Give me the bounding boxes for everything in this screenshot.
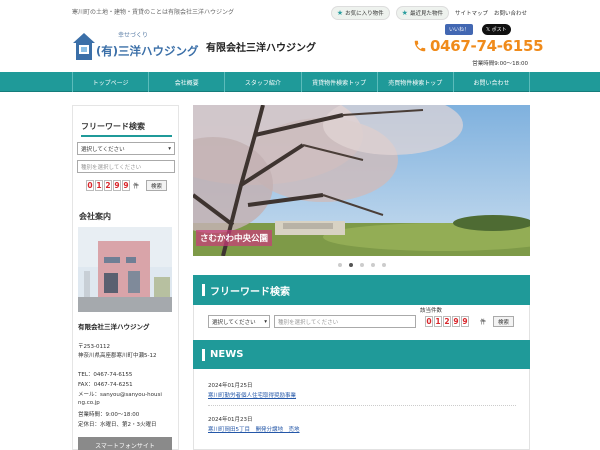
nav-sale-search[interactable]: 売買物件検索トップ: [376, 72, 453, 92]
sidebar-company-name: 有限会社三洋ハウジング: [78, 323, 150, 331]
logo-text: (有)三洋ハウジング: [96, 44, 199, 58]
header-accent-mark: [202, 284, 205, 296]
news-divider: [208, 405, 516, 406]
phone[interactable]: 0467-74-6155: [413, 37, 544, 55]
slider-dot[interactable]: [381, 263, 386, 267]
sidebar-hit-counter: 0 1 2 9 9: [86, 180, 130, 191]
facebook-like-button[interactable]: いいね！: [445, 24, 474, 35]
favorites-button[interactable]: ★ お気に入り物件: [330, 6, 390, 20]
nav-staff[interactable]: スタッフ紹介: [224, 72, 300, 92]
phone-icon: [414, 40, 426, 52]
business-hours: 営業時間9:00～18:00: [472, 61, 528, 67]
freeword-search-panel: 選択してください ▾ 種別を選択してください 該当件数 0 1 2 9 9 件 検…: [193, 305, 530, 343]
news-link[interactable]: 寒川町岡田5丁目 開発分譲地 売地: [208, 425, 300, 433]
header-accent-mark: [202, 348, 205, 361]
hero-slider[interactable]: さむかわ中央公園: [193, 105, 530, 256]
slider-dot[interactable]: [370, 263, 375, 267]
sidebar-keyword-input[interactable]: 種別を選択してください: [77, 160, 175, 173]
nav-top[interactable]: トップページ: [72, 72, 148, 92]
house-logo-icon: [73, 33, 95, 60]
hit-count-label: 該当件数: [420, 308, 443, 314]
category-select[interactable]: 選択してください ▾: [208, 315, 270, 328]
top-links: ★ お気に入り物件 ★ 最近見た物件 サイトマップ お問い合わせ: [330, 6, 527, 20]
chevron-down-icon: ▾: [264, 318, 267, 325]
news-date: 2024年01月25日: [208, 383, 253, 389]
email-text-cont: ng.co.jp: [78, 400, 100, 406]
address: 神奈川県高座郡寒川町中瀬5-12: [78, 353, 157, 359]
count-unit: 件: [480, 319, 487, 326]
logo-subtitle: 幸せづくり: [118, 32, 149, 39]
news-header: NEWS: [193, 340, 530, 369]
fax-text: FAX：0467-74-6251: [78, 382, 133, 388]
slider-dot-active[interactable]: [348, 263, 353, 267]
phone-number: 0467-74-6155: [430, 37, 544, 55]
slider-dot[interactable]: [359, 263, 364, 267]
sidebar-search-button[interactable]: 検索: [146, 180, 168, 191]
social-buttons: いいね！ 𝕏 ポスト: [445, 24, 511, 35]
nav-company[interactable]: 会社概要: [148, 72, 224, 92]
count-unit: 件: [133, 183, 140, 190]
sidebar-search-title: フリーワード検索: [81, 121, 172, 137]
nav-rental-search[interactable]: 賃貸物件検索トップ: [300, 72, 377, 92]
star-icon: ★: [401, 9, 408, 17]
smartphone-site-button[interactable]: スマートフォンサイト: [78, 437, 172, 450]
contact-link[interactable]: お問い合わせ: [494, 9, 527, 17]
x-post-button[interactable]: 𝕏 ポスト: [482, 24, 511, 35]
main-nav: トップページ 会社概要 スタッフ紹介 賃貸物件検索トップ 売買物件検索トップ お…: [0, 72, 600, 92]
sitemap-link[interactable]: サイトマップ: [455, 9, 488, 17]
tel-text: TEL：0467-74-6155: [78, 372, 133, 378]
slide-caption: さむかわ中央公園: [196, 230, 273, 246]
postal-code: 〒253-0112: [78, 344, 110, 350]
news-date: 2024年01月23日: [208, 417, 253, 423]
news-list: 2024年01月25日 寒川町勤労者個人住宅取得奨励事業 2024年01月23日…: [193, 369, 530, 450]
slider-dot[interactable]: [337, 263, 342, 267]
tagline: 寒川町の土地・建物・賃貸のことは有限会社三洋ハウジング: [72, 9, 235, 16]
company-info-title: 会社案内: [79, 212, 111, 221]
company-name: 有限会社三洋ハウジング: [206, 43, 316, 54]
nav-contact[interactable]: お問い合わせ: [452, 72, 531, 92]
logo[interactable]: 幸せづくり (有)三洋ハウジング: [72, 30, 202, 64]
recent-button[interactable]: ★ 最近見た物件: [395, 6, 449, 20]
chevron-down-icon: ▾: [168, 145, 171, 152]
star-icon: ★: [336, 9, 344, 17]
closed-days: 定休日：水曜日、第2・3火曜日: [78, 422, 157, 428]
sidebar-category-select[interactable]: 選択してください ▾: [77, 142, 175, 155]
email-text: メール：sanyou@sanyou-housi: [78, 392, 162, 398]
news-link[interactable]: 寒川町勤労者個人住宅取得奨励事業: [208, 391, 296, 399]
freeword-search-header: フリーワード検索: [193, 275, 530, 305]
biz-hours: 営業時間：9:00～18:00: [78, 412, 140, 418]
keyword-input[interactable]: 種別を選択してください: [274, 315, 416, 328]
sidebar: フリーワード検索 選択してください ▾ 種別を選択してください 0 1 2 9 9…: [72, 105, 179, 450]
search-button[interactable]: 検索: [493, 316, 515, 327]
company-building-photo: [78, 227, 172, 312]
hit-counter: 0 1 2 9 9: [425, 316, 469, 327]
slider-dots: [193, 263, 530, 267]
